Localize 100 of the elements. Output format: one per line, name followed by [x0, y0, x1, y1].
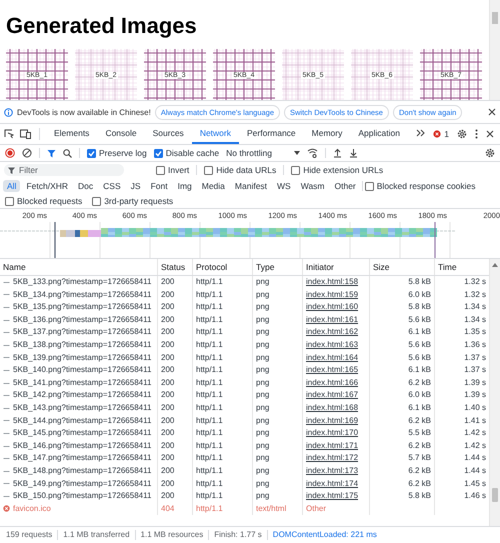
device-icon[interactable]	[20, 129, 31, 139]
checkbox-label[interactable]: 3rd-party requests	[104, 196, 174, 206]
more-icon[interactable]	[475, 129, 478, 139]
initiator-link[interactable]: index.html:164	[306, 352, 358, 364]
request-name[interactable]: 5KB_150.png?timestamp=1726658411	[13, 490, 152, 503]
settings-icon[interactable]	[485, 148, 495, 158]
column-header[interactable]: Protocol	[193, 259, 253, 275]
scrollbar[interactable]	[489, 0, 500, 100]
checkbox[interactable]	[154, 148, 163, 158]
tab[interactable]: Console	[97, 124, 145, 144]
upload-icon[interactable]	[332, 148, 342, 158]
inspect-icon[interactable]	[4, 129, 14, 139]
type-filter[interactable]: Img	[174, 180, 196, 192]
type-filter[interactable]: Doc	[74, 180, 98, 192]
record-icon[interactable]	[5, 148, 15, 158]
tab[interactable]: Elements	[46, 124, 98, 144]
request-name[interactable]: 5KB_135.png?timestamp=1726658411	[13, 301, 152, 314]
request-name[interactable]: 5KB_143.png?timestamp=1726658411	[13, 402, 152, 415]
checkbox[interactable]	[204, 166, 214, 174]
initiator-link[interactable]: index.html:158	[306, 276, 358, 289]
checkbox-label[interactable]: Preserve log	[99, 148, 147, 158]
initiator-link[interactable]: index.html:169	[306, 414, 358, 428]
type-filter[interactable]: Fetch/XHR	[22, 180, 72, 192]
column-header[interactable]: Initiator	[303, 259, 370, 275]
initiator-link[interactable]: index.html:165	[306, 364, 358, 377]
request-name[interactable]: 5KB_142.png?timestamp=1726658411	[13, 389, 152, 402]
initiator-link[interactable]: index.html:174	[306, 478, 358, 490]
close-icon[interactable]	[488, 108, 496, 116]
initiator-link[interactable]: index.html:160	[306, 301, 358, 314]
settings-icon[interactable]	[457, 129, 467, 139]
checkbox[interactable]	[291, 166, 300, 174]
request-name[interactable]: 5KB_136.png?timestamp=1726658411	[13, 314, 152, 326]
initiator-link[interactable]: index.html:171	[306, 440, 358, 452]
network-conditions-icon[interactable]	[306, 148, 318, 158]
tab[interactable]: Application	[350, 124, 408, 144]
column-header[interactable]: Type	[253, 259, 303, 275]
initiator-link[interactable]: index.html:170	[306, 427, 358, 440]
checkbox[interactable]	[156, 166, 165, 174]
throttling-dropdown[interactable]: No throttling	[226, 148, 300, 158]
column-header[interactable]: Size	[370, 259, 435, 275]
tab[interactable]: Memory	[304, 124, 350, 144]
clear-icon[interactable]	[22, 148, 32, 158]
request-name[interactable]: 5KB_145.png?timestamp=1726658411	[13, 427, 152, 440]
request-name[interactable]: 5KB_149.png?timestamp=1726658411	[13, 478, 152, 490]
initiator-link[interactable]: index.html:167	[306, 389, 358, 402]
initiator-link[interactable]: index.html:175	[306, 490, 358, 503]
more-tabs-icon[interactable]	[416, 129, 425, 137]
request-name[interactable]: 5KB_134.png?timestamp=1726658411	[13, 288, 152, 302]
request-name[interactable]: 5KB_141.png?timestamp=1726658411	[13, 376, 152, 390]
checkbox-label[interactable]: Hide data URLs	[216, 165, 276, 175]
type-filter[interactable]: JS	[126, 180, 145, 192]
tab[interactable]: Network	[192, 124, 239, 144]
checkbox-label[interactable]: Blocked requests	[17, 196, 82, 206]
scrollbar[interactable]	[489, 259, 500, 526]
status-text: DOMContentLoaded: 221 ms	[272, 530, 378, 540]
filter-field[interactable]: Filter	[19, 165, 109, 175]
checkbox-label[interactable]: Hide extension URLs	[303, 165, 384, 175]
request-name[interactable]: 5KB_133.png?timestamp=1726658411	[13, 276, 152, 289]
error-count[interactable]: 1	[444, 129, 449, 139]
request-name[interactable]: 5KB_146.png?timestamp=1726658411	[13, 440, 152, 452]
tab[interactable]: Sources	[144, 124, 192, 144]
close-icon[interactable]	[486, 130, 494, 138]
initiator-link[interactable]: index.html:162	[306, 326, 358, 339]
checkbox-label[interactable]: Blocked response cookies	[376, 181, 476, 191]
initiator-link[interactable]: index.html:173	[306, 464, 358, 478]
initiator-link[interactable]: index.html:163	[306, 338, 358, 352]
checkbox-label[interactable]: Invert	[168, 165, 190, 175]
checkbox[interactable]	[364, 182, 374, 190]
initiator-link[interactable]: index.html:159	[306, 288, 358, 302]
checkbox[interactable]	[5, 196, 14, 206]
checkbox[interactable]	[87, 148, 96, 158]
checkbox-label[interactable]: Disable cache	[166, 148, 220, 158]
column-header[interactable]: Name	[0, 259, 158, 275]
initiator-link[interactable]: index.html:172	[306, 452, 358, 465]
filter-box[interactable]: Filter	[4, 164, 124, 176]
grid-image	[75, 49, 137, 100]
column-header[interactable]: Status	[158, 259, 193, 275]
download-icon[interactable]	[348, 148, 358, 158]
request-name[interactable]: 5KB_144.png?timestamp=1726658411	[13, 414, 152, 428]
type-filter[interactable]: Media	[198, 180, 229, 192]
checkbox[interactable]	[92, 196, 102, 206]
request-name[interactable]: 5KB_147.png?timestamp=1726658411	[13, 452, 152, 465]
request-name[interactable]: 5KB_148.png?timestamp=1726658411	[13, 464, 152, 478]
initiator-link[interactable]: index.html:166	[306, 376, 358, 390]
type-filter[interactable]: Font	[146, 180, 172, 192]
type-filter[interactable]: Wasm	[296, 180, 328, 192]
filter-icon[interactable]	[47, 148, 56, 158]
type-filter[interactable]: CSS	[99, 180, 125, 192]
type-filter[interactable]: Other	[330, 180, 360, 192]
request-name[interactable]: 5KB_138.png?timestamp=1726658411	[13, 338, 152, 352]
type-filter[interactable]: Manifest	[230, 180, 272, 192]
initiator-link[interactable]: index.html:161	[306, 314, 358, 326]
request-name[interactable]: 5KB_137.png?timestamp=1726658411	[13, 326, 152, 339]
request-name[interactable]: 5KB_139.png?timestamp=1726658411	[13, 352, 152, 364]
search-icon[interactable]	[63, 148, 72, 158]
type-filter[interactable]: All	[3, 180, 20, 192]
type-filter[interactable]: WS	[273, 180, 295, 192]
request-name[interactable]: 5KB_140.png?timestamp=1726658411	[13, 364, 152, 377]
initiator-link[interactable]: index.html:168	[306, 402, 358, 415]
tab[interactable]: Performance	[239, 124, 304, 144]
